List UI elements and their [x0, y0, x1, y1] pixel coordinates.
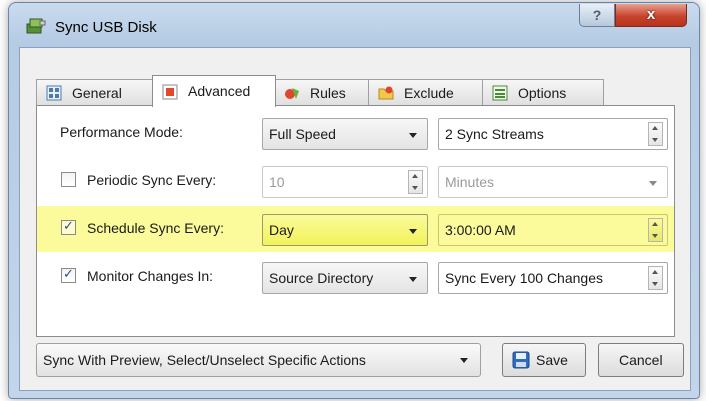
- chevron-down-icon: [409, 133, 417, 138]
- periodic-row: Periodic Sync Every: 10 Minutes: [37, 158, 674, 204]
- tab-label: General: [72, 85, 122, 101]
- tab-label: Exclude: [404, 85, 454, 101]
- cancel-button-label: Cancel: [619, 352, 663, 368]
- chevron-down-icon: [409, 277, 417, 282]
- monitor-source-value: Source Directory: [269, 270, 374, 286]
- spin-buttons[interactable]: [648, 122, 663, 146]
- spin-buttons[interactable]: [648, 218, 663, 242]
- schedule-period-select[interactable]: Day: [262, 214, 428, 246]
- schedule-time-stepper[interactable]: 3:00:00 AM: [438, 214, 668, 246]
- tab-label: Rules: [310, 85, 346, 101]
- periodic-sync-checkbox[interactable]: [61, 172, 76, 187]
- tab-rules[interactable]: Rules: [274, 79, 370, 107]
- schedule-period-value: Day: [269, 222, 294, 238]
- periodic-interval-stepper[interactable]: 10: [262, 166, 428, 198]
- monitor-changes-stepper[interactable]: Sync Every 100 Changes: [438, 262, 668, 294]
- chevron-down-icon: [460, 358, 468, 363]
- save-button[interactable]: Save: [502, 343, 586, 377]
- tab-label: Advanced: [188, 83, 251, 99]
- window-title: Sync USB Disk: [55, 19, 157, 36]
- tab-label: Options: [518, 85, 567, 101]
- tab-options[interactable]: Options: [482, 79, 604, 107]
- chevron-down-icon: [649, 181, 657, 186]
- performance-mode-label: Performance Mode:: [60, 124, 183, 140]
- performance-mode-value: Full Speed: [269, 126, 336, 142]
- periodic-unit-value: Minutes: [445, 174, 495, 190]
- tab-general[interactable]: General: [36, 79, 154, 107]
- sync-streams-value: 2 Sync Streams: [445, 126, 544, 142]
- sync-usb-icon: [26, 18, 46, 34]
- save-button-label: Save: [536, 352, 568, 368]
- sync-mode-select[interactable]: Sync With Preview, Select/Unselect Speci…: [36, 343, 481, 377]
- floppy-disk-icon: [512, 351, 530, 369]
- performance-row: Performance Mode: Full Speed 2 Sync Stre…: [37, 110, 674, 156]
- dialog-window: Sync USB Disk ? x General Advanced Rules…: [8, 2, 700, 399]
- spin-buttons[interactable]: [408, 170, 423, 194]
- schedule-row: Schedule Sync Every: Day 3:00:00 AM: [37, 206, 674, 252]
- monitor-row: Monitor Changes In: Source Directory Syn…: [37, 254, 674, 300]
- spin-buttons[interactable]: [648, 266, 663, 290]
- advanced-icon: [162, 84, 178, 100]
- options-icon: [492, 85, 508, 101]
- periodic-sync-label: Periodic Sync Every:: [87, 172, 217, 188]
- sync-streams-stepper[interactable]: 2 Sync Streams: [438, 118, 668, 150]
- dialog-client: General Advanced Rules Exclude Options P…: [19, 47, 691, 391]
- close-button[interactable]: x: [615, 4, 687, 27]
- help-button[interactable]: ?: [579, 4, 615, 27]
- schedule-sync-label: Schedule Sync Every:: [87, 220, 224, 236]
- monitor-changes-value: Sync Every 100 Changes: [445, 270, 603, 286]
- general-icon: [46, 85, 62, 101]
- periodic-unit-select[interactable]: Minutes: [438, 166, 668, 198]
- sync-mode-value: Sync With Preview, Select/Unselect Speci…: [43, 352, 366, 368]
- monitor-changes-checkbox[interactable]: [61, 266, 76, 283]
- monitor-changes-label: Monitor Changes In:: [87, 268, 214, 284]
- periodic-interval-value: 10: [269, 174, 285, 190]
- monitor-source-select[interactable]: Source Directory: [262, 262, 428, 294]
- tab-exclude[interactable]: Exclude: [368, 79, 484, 107]
- tab-advanced[interactable]: Advanced: [152, 75, 276, 107]
- performance-mode-select[interactable]: Full Speed: [262, 118, 428, 150]
- exclude-icon: [378, 86, 394, 100]
- rules-icon: [285, 88, 299, 99]
- title-bar[interactable]: Sync USB Disk ? x: [9, 3, 699, 47]
- cancel-button[interactable]: Cancel: [598, 343, 684, 377]
- schedule-sync-checkbox[interactable]: [61, 218, 76, 235]
- advanced-panel: Performance Mode: Full Speed 2 Sync Stre…: [36, 105, 675, 337]
- chevron-down-icon: [409, 229, 417, 234]
- schedule-time-value: 3:00:00 AM: [445, 222, 516, 238]
